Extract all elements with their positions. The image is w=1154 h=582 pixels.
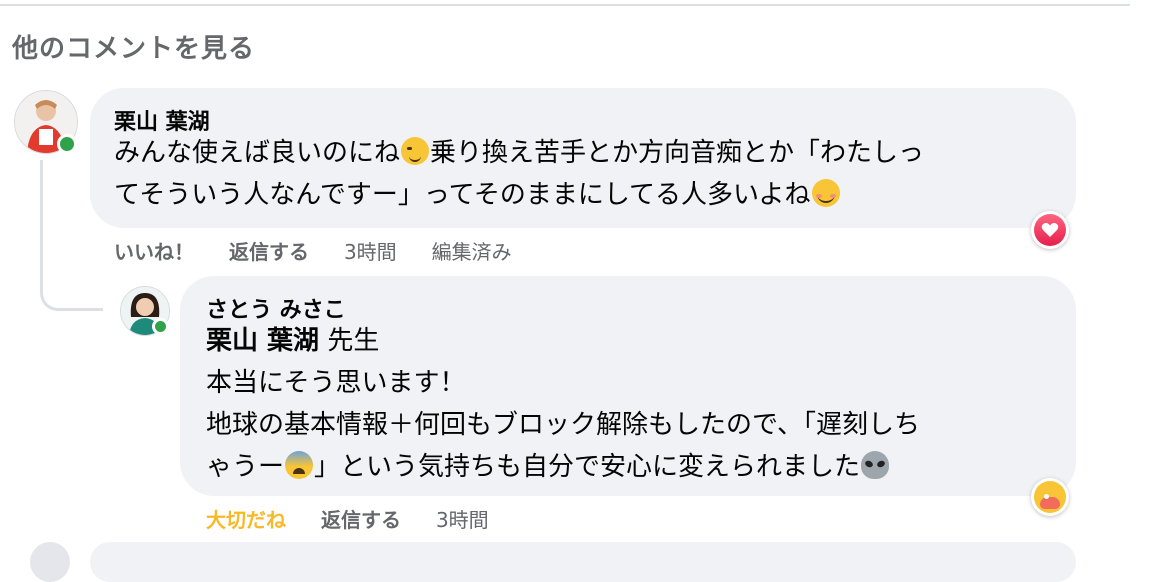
timestamp[interactable]: 3時間 (344, 236, 397, 265)
edited-label: 編集済み (431, 240, 512, 264)
timestamp[interactable]: 3時間 (436, 504, 489, 533)
reply-button[interactable]: 返信する (321, 504, 401, 533)
comment-bubble (90, 542, 1076, 582)
mention-link[interactable]: 栗山 葉湖 (206, 326, 319, 356)
comment-bubble: 栗山 葉湖 みんな使えば良いのにね 乗り換え苦手とか方向音痴とか「わたしっ てそう… (90, 88, 1076, 228)
care-reaction-button[interactable]: 大切だね (206, 504, 286, 533)
reaction-badge[interactable] (1031, 478, 1069, 516)
care-icon (1034, 481, 1066, 513)
comment-text: 栗山 葉湖 先生 本当にそう思います！ 地球の基本情報＋何回もブロック解除もした… (206, 326, 920, 482)
top-divider (0, 4, 1130, 6)
view-more-comments-link[interactable]: 他のコメントを見る (12, 28, 255, 65)
heart-icon (1034, 214, 1066, 246)
reply-button[interactable]: 返信する (229, 236, 309, 265)
anxious-face-emoji-icon (285, 451, 314, 479)
comment-actions: いいね！ 返信する 3時間 編集済み (114, 236, 540, 265)
smiling-blush-emoji-icon (811, 179, 840, 207)
comment-bubble: さとう みさこ 栗山 葉湖 先生 本当にそう思います！ 地球の基本情報＋何回もブ… (180, 276, 1076, 496)
reaction-badge[interactable] (1031, 211, 1069, 249)
online-status-dot (57, 134, 77, 154)
comment-text: みんな使えば良いのにね 乗り換え苦手とか方向音痴とか「わたしっ てそういう人なんで… (114, 137, 925, 210)
comment-actions: 大切だね 返信する 3時間 (206, 504, 517, 533)
like-button[interactable]: いいね！ (114, 236, 194, 265)
alien-emoji-icon (861, 451, 890, 479)
wink-emoji-icon (401, 137, 430, 165)
avatar[interactable] (30, 542, 70, 582)
online-status-dot (152, 318, 169, 335)
